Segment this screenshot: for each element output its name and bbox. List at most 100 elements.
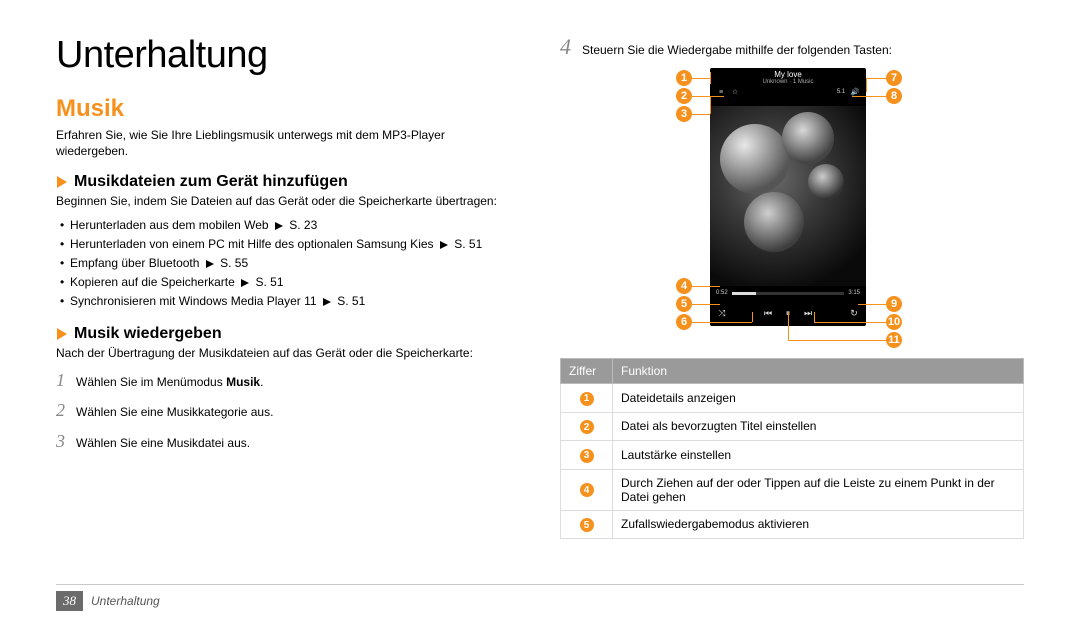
callout-line <box>692 322 752 323</box>
table-row: 5 Zufallswiedergabemodus aktivieren <box>561 510 1024 539</box>
bullet-list: Herunterladen aus dem mobilen Web S. 23 … <box>56 216 520 311</box>
callout-line <box>814 312 815 322</box>
phone-mockup: My love Unknown · 1 Music ≡ ☆ 5.1 🔊 <box>710 68 866 326</box>
row-badge: 5 <box>580 518 594 532</box>
star-icon: ☆ <box>730 87 740 97</box>
intro-text: Erfahren Sie, wie Sie Ihre Lieblingsmusi… <box>56 127 520 159</box>
list-item: Synchronisieren mit Windows Media Player… <box>56 292 520 311</box>
triangle-icon <box>275 217 283 235</box>
row-text: Lautstärke einstellen <box>613 441 1024 470</box>
shuffle-icon: ⤨ <box>716 307 728 319</box>
table-row: 4 Durch Ziehen auf der oder Tippen auf d… <box>561 469 1024 510</box>
callout-badge: 2 <box>676 88 692 104</box>
volume-value: 5.1 <box>836 87 846 97</box>
step-item: 2 Wählen Sie eine Musikkategorie aus. <box>56 395 520 426</box>
subheading-play-music: Musik wiedergeben <box>56 325 520 343</box>
triangle-icon <box>323 293 331 311</box>
callout-badge: 5 <box>676 296 692 312</box>
callout-line <box>852 96 886 97</box>
row-badge: 1 <box>580 392 594 406</box>
subheading-label: Musik wiedergeben <box>74 325 222 343</box>
table-header: Ziffer Funktion <box>561 359 1024 384</box>
row-text: Zufallswiedergabemodus aktivieren <box>613 510 1024 539</box>
step-number: 3 <box>56 426 76 457</box>
triangle-icon <box>241 274 249 292</box>
step-number: 2 <box>56 395 76 426</box>
callout-badge: 3 <box>676 106 692 122</box>
time-total: 3:15 <box>848 290 860 296</box>
list-item: Kopieren auf die Speicherkarte S. 51 <box>56 273 520 292</box>
callout-badge: 1 <box>676 70 692 86</box>
row-badge: 4 <box>580 483 594 497</box>
subheading-add-files: Musikdateien zum Gerät hinzufügen <box>56 173 520 191</box>
callout-line <box>788 312 789 340</box>
triangle-icon <box>440 236 448 254</box>
list-item: Empfang über Bluetooth S. 55 <box>56 254 520 273</box>
step-number: 4 <box>560 34 582 60</box>
time-current: 0:52 <box>716 290 728 296</box>
callout-line <box>692 114 710 115</box>
phone-callout-diagram: My love Unknown · 1 Music ≡ ☆ 5.1 🔊 <box>602 68 982 348</box>
step-4: 4 Steuern Sie die Wiedergabe mithilfe de… <box>560 34 1024 60</box>
repeat-icon: ↻ <box>848 307 860 319</box>
triangle-icon <box>206 255 214 273</box>
callout-line <box>814 322 886 323</box>
chevron-icon <box>56 327 68 341</box>
prev-icon: ⏮ <box>762 307 774 319</box>
row-text: Dateidetails anzeigen <box>613 384 1024 413</box>
section-heading: Musik <box>56 95 520 123</box>
page-title: Unterhaltung <box>56 34 520 77</box>
table-row: 3 Lautstärke einstellen <box>561 441 1024 470</box>
callout-badge: 10 <box>886 314 902 330</box>
callout-badge: 7 <box>886 70 902 86</box>
list-item: Herunterladen aus dem mobilen Web S. 23 <box>56 216 520 235</box>
subheading-label: Musikdateien zum Gerät hinzufügen <box>74 173 348 191</box>
track-title: My love <box>710 68 866 79</box>
callout-line <box>692 96 724 97</box>
col-funktion: Funktion <box>613 359 1024 384</box>
callout-line <box>752 312 753 322</box>
manual-page: Unterhaltung Musik Erfahren Sie, wie Sie… <box>0 0 1080 629</box>
sub1-intro: Beginnen Sie, indem Sie Dateien auf das … <box>56 193 520 209</box>
row-badge: 2 <box>580 420 594 434</box>
callout-line <box>858 304 886 305</box>
callout-badge: 11 <box>886 332 902 348</box>
album-art <box>710 106 866 286</box>
next-icon: ⏭ <box>802 307 814 319</box>
row-text: Durch Ziehen auf der oder Tippen auf die… <box>613 469 1024 510</box>
callout-line <box>710 96 711 114</box>
step-item: 3 Wählen Sie eine Musikdatei aus. <box>56 426 520 457</box>
callout-line <box>788 340 886 341</box>
page-number: 38 <box>56 591 83 611</box>
callout-badge: 6 <box>676 314 692 330</box>
footer-label: Unterhaltung <box>91 594 160 608</box>
step-item: 1 Wählen Sie im Menümodus Musik. <box>56 365 520 396</box>
row-badge: 3 <box>580 449 594 463</box>
footer-divider <box>56 584 1024 585</box>
right-column: 4 Steuern Sie die Wiedergabe mithilfe de… <box>560 34 1024 539</box>
table-row: 2 Datei als bevorzugten Titel einstellen <box>561 412 1024 441</box>
sub2-intro: Nach der Übertragung der Musikdateien au… <box>56 345 520 361</box>
step-4-text: Steuern Sie die Wiedergabe mithilfe der … <box>582 43 892 57</box>
col-ziffer: Ziffer <box>561 359 613 384</box>
step-number: 1 <box>56 365 76 396</box>
two-column-layout: Unterhaltung Musik Erfahren Sie, wie Sie… <box>56 34 1024 539</box>
left-column: Unterhaltung Musik Erfahren Sie, wie Sie… <box>56 34 520 539</box>
phone-header: My love Unknown · 1 Music ≡ ☆ 5.1 🔊 <box>710 68 866 106</box>
progress-bar <box>732 292 845 295</box>
callout-line <box>866 78 886 79</box>
callout-line <box>866 78 867 92</box>
step-list: 1 Wählen Sie im Menümodus Musik. 2 Wähle… <box>56 365 520 457</box>
callout-line <box>692 78 710 79</box>
progress-bar-row: 0:52 3:15 <box>710 286 866 300</box>
chevron-icon <box>56 175 68 189</box>
list-item: Herunterladen von einem PC mit Hilfe des… <box>56 235 520 254</box>
callout-badge: 4 <box>676 278 692 294</box>
function-table: Ziffer Funktion 1 Dateidetails anzeigen … <box>560 358 1024 539</box>
page-footer: 38 Unterhaltung <box>56 591 160 611</box>
callout-line <box>692 304 720 305</box>
phone-header-row: ≡ ☆ 5.1 🔊 <box>710 85 866 97</box>
row-text: Datei als bevorzugten Titel einstellen <box>613 412 1024 441</box>
callout-badge: 9 <box>886 296 902 312</box>
table-row: 1 Dateidetails anzeigen <box>561 384 1024 413</box>
